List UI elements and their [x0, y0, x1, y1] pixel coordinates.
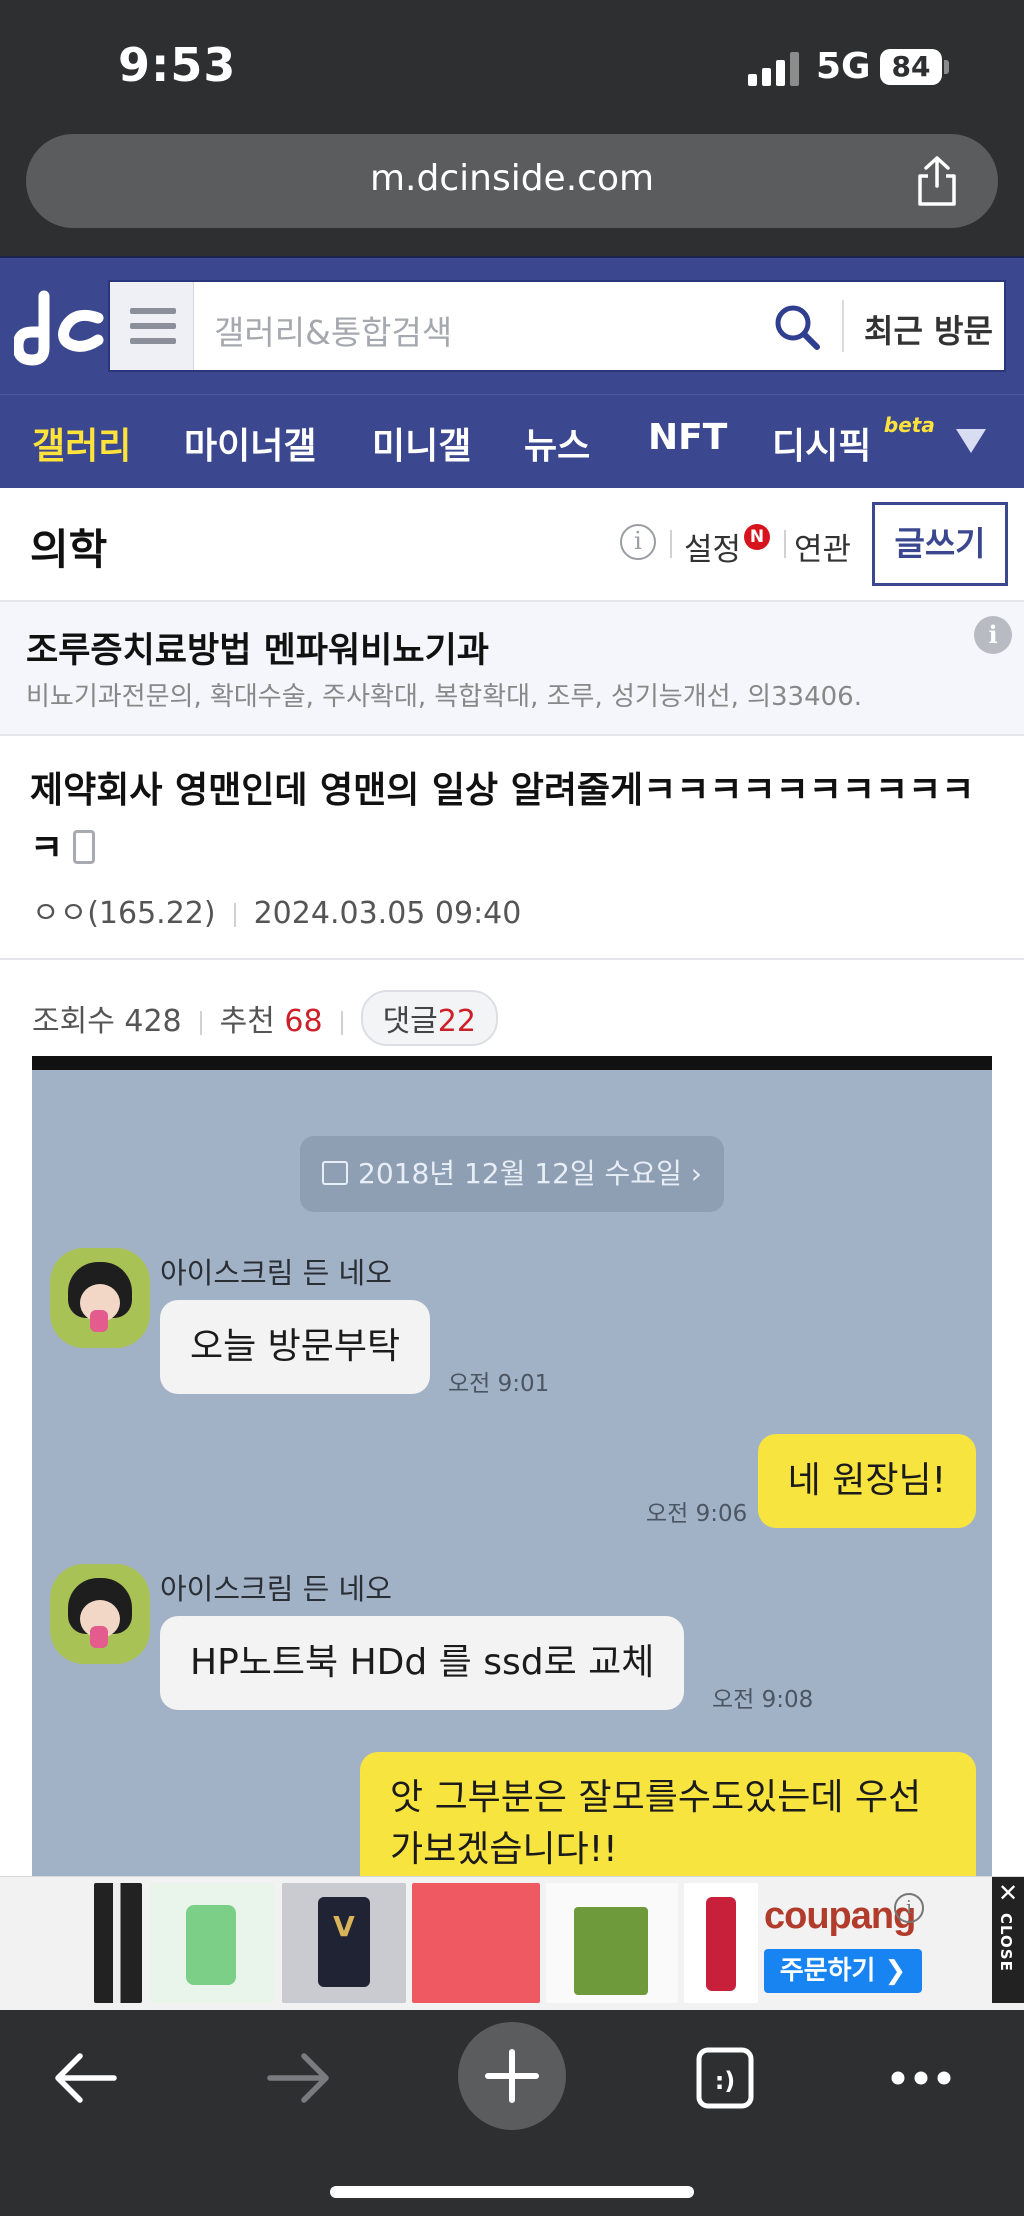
comments-count: 22 [437, 1004, 476, 1039]
dc-logo-icon[interactable] [14, 288, 104, 368]
nav-gallery[interactable]: 갤러리 [32, 417, 131, 469]
avatar [50, 1248, 150, 1348]
url-text[interactable]: m.dcinside.com [26, 158, 998, 199]
nav-minor-gallery[interactable]: 마이너갤 [184, 417, 316, 469]
main-nav: 갤러리 마이너갤 미니갤 뉴스 NFT 디시픽 beta [0, 394, 1024, 488]
chat-bubble-received: 오늘 방문부탁 [160, 1300, 431, 1394]
nav-news[interactable]: 뉴스 [524, 417, 590, 469]
chat-sender: 아이스크림 든 네오 [160, 1572, 392, 1606]
divider [199, 1010, 202, 1035]
more-icon[interactable] [866, 2028, 976, 2128]
divider [340, 1010, 343, 1035]
post-date: 2024.03.05 09:40 [253, 896, 522, 931]
ad-title[interactable]: 조루증치료방법 멘파워비뇨기과 [26, 622, 489, 673]
status-bar: 9:53 5G 84 [0, 0, 1024, 130]
search-divider [842, 300, 844, 352]
nav-expand-icon[interactable] [956, 429, 986, 453]
product-image[interactable]: V [282, 1883, 406, 2003]
divider [233, 902, 236, 927]
text-ad[interactable]: 조루증치료방법 멘파워비뇨기과 비뇨기과전문의, 확대수술, 주사확대, 복합확… [0, 602, 1024, 736]
signal-icon [748, 52, 800, 86]
calendar-icon [322, 1161, 349, 1185]
views-label: 조회수 [32, 1004, 115, 1039]
address-bar[interactable]: m.dcinside.com [26, 134, 998, 228]
divider [670, 530, 672, 558]
write-button[interactable]: 글쓰기 [872, 502, 1008, 586]
post-stats: 조회수 428 추천 68 댓글22 [0, 960, 1024, 1056]
search-icon[interactable] [772, 302, 822, 352]
post-title: 제약회사 영맨인데 영맨의 일상 알려줄게ㅋㅋㅋㅋㅋㅋㅋㅋㅋㅋㅋ [30, 762, 980, 878]
post-image[interactable]: 2018년 12월 12일 수요일 › 아이스크림 든 네오 오늘 방문부탁 오… [32, 1056, 992, 1880]
new-badge: N [744, 524, 770, 550]
new-tab-icon[interactable] [457, 2018, 567, 2134]
nav-dcpick[interactable]: 디시픽 beta [772, 413, 935, 469]
banner-close-button[interactable]: ✕ CLOSE [992, 1877, 1024, 2003]
search-box[interactable]: 갤러리&통합검색 최근 방문 [108, 280, 1006, 372]
divider [784, 530, 786, 558]
share-icon[interactable] [912, 154, 962, 208]
chat-bubble-sent: 앗 그부분은 잘모를수도있는데 우선 가보겠습니다!! [360, 1752, 976, 1880]
close-icon[interactable]: ✕ [992, 1879, 1024, 1907]
chat-time: 오전 9:08 [712, 1687, 814, 1713]
ad-description: 비뇨기과전문의, 확대수술, 주사확대, 복합확대, 조루, 성기능개선, 의3… [26, 682, 862, 712]
battery-icon: 84 [880, 49, 942, 85]
home-indicator [330, 2186, 694, 2198]
gallery-title-row: 의학 i 설정 N 연관 글쓰기 [0, 488, 1024, 602]
battery-tip [944, 60, 949, 74]
chat-date-chip: 2018년 12월 12일 수요일 › [300, 1136, 724, 1212]
close-label: CLOSE [997, 1913, 1015, 1972]
post-header: 제약회사 영맨인데 영맨의 일상 알려줄게ㅋㅋㅋㅋㅋㅋㅋㅋㅋㅋㅋ ㅇㅇ(165.… [0, 736, 1024, 960]
chat-time: 오전 9:06 [646, 1501, 748, 1527]
product-image[interactable] [546, 1883, 678, 2003]
nav-nft[interactable]: NFT [648, 417, 727, 458]
banner-info-icon[interactable]: i [894, 1893, 924, 1923]
product-image[interactable] [412, 1883, 540, 2003]
comments-button[interactable]: 댓글22 [360, 990, 498, 1046]
comments-label: 댓글 [382, 1004, 438, 1039]
tabs-icon[interactable]: :) [670, 2028, 780, 2128]
back-icon[interactable] [30, 2028, 140, 2128]
product-image[interactable] [684, 1883, 758, 2003]
stats-line: 조회수 428 추천 68 댓글22 [32, 990, 498, 1046]
beta-badge: beta [883, 413, 935, 437]
chat-time: 오전 9:01 [448, 1371, 550, 1397]
browser-address-area: m.dcinside.com [0, 130, 1024, 256]
browser-toolbar: :) [0, 2010, 1024, 2216]
menu-icon[interactable] [110, 282, 194, 370]
network-type: 5G [816, 46, 871, 87]
views-count: 428 [124, 1004, 182, 1039]
avatar [50, 1564, 150, 1664]
order-button[interactable]: 주문하기 ❯ [764, 1949, 922, 1993]
nav-dcpick-label: 디시픽 [772, 426, 872, 467]
site-header: 갤러리&통합검색 최근 방문 [0, 256, 1024, 394]
product-image[interactable] [94, 1883, 142, 2003]
related-link[interactable]: 연관 [794, 524, 851, 569]
post-title-text: 제약회사 영맨인데 영맨의 일상 알려줄게ㅋㅋㅋㅋㅋㅋㅋㅋㅋㅋㅋ [30, 770, 975, 869]
status-time: 9:53 [118, 38, 237, 92]
search-input[interactable]: 갤러리&통합검색 [214, 306, 452, 354]
settings-link[interactable]: 설정 [684, 524, 741, 569]
mobile-icon [73, 830, 96, 864]
chat-bubble-sent: 네 원장님! [757, 1434, 976, 1528]
post-meta: ㅇㅇ(165.22) 2024.03.05 09:40 [32, 888, 521, 932]
recommend-count: 68 [284, 1004, 323, 1039]
chat-bubble-received: HP노트북 HDd 를 ssd로 교체 [160, 1616, 685, 1710]
recent-visit-button[interactable]: 최근 방문 [864, 306, 993, 352]
forward-icon[interactable] [244, 2028, 354, 2128]
gallery-title[interactable]: 의학 [30, 516, 107, 577]
chat-sender: 아이스크림 든 네오 [160, 1256, 392, 1290]
banner-ad[interactable]: V coupang 주문하기 ❯ i ✕ CLOSE [0, 1876, 1024, 2010]
nav-mini-gallery[interactable]: 미니갤 [372, 417, 471, 469]
recommend-label: 추천 [219, 1004, 275, 1039]
chat-date: 2018년 12월 12일 수요일 [358, 1157, 682, 1190]
ad-info-icon[interactable]: i [974, 616, 1012, 654]
info-icon[interactable]: i [620, 524, 656, 560]
product-image[interactable] [150, 1883, 274, 2003]
coupang-logo[interactable]: coupang [764, 1895, 916, 1938]
post-author[interactable]: ㅇㅇ(165.22) [32, 896, 216, 931]
svg-text::): :) [715, 2067, 736, 2095]
